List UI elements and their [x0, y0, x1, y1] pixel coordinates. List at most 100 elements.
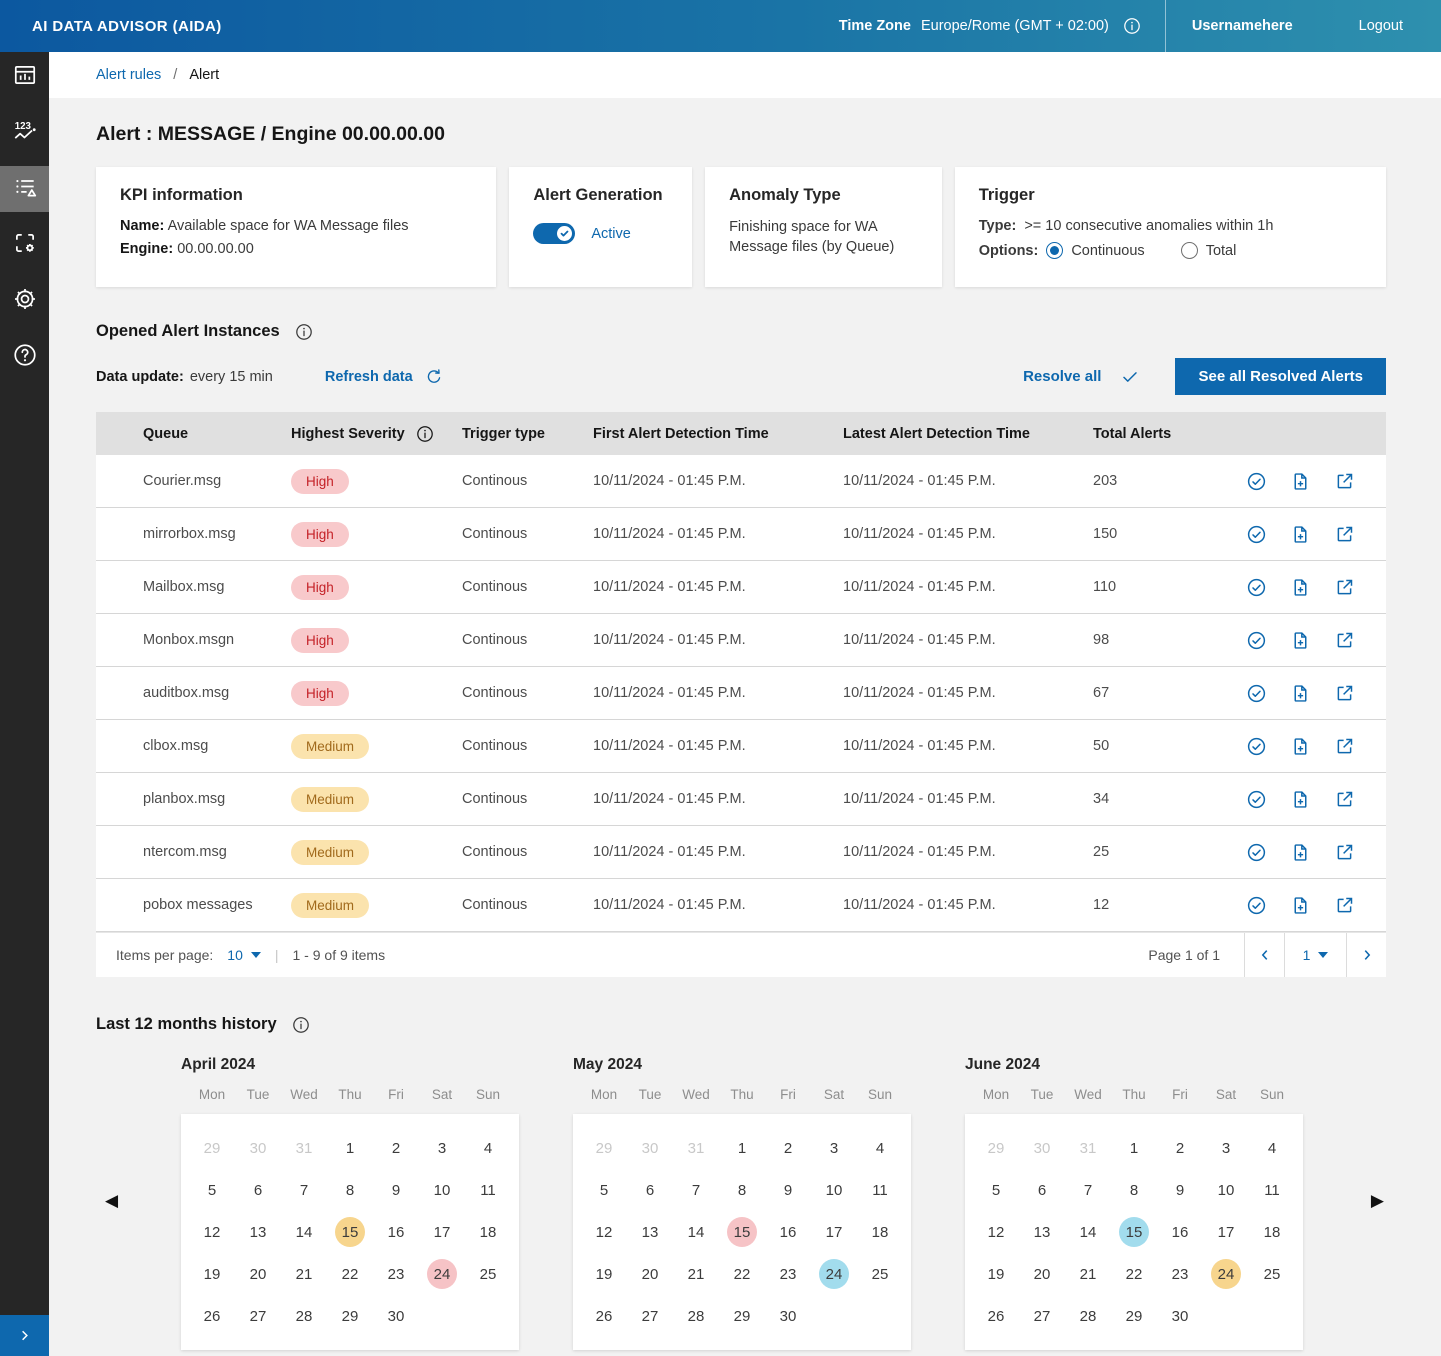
- trigger-type-cell: Continous: [462, 844, 593, 860]
- calendar-day-number: 18: [473, 1217, 503, 1247]
- alert-generation-toggle[interactable]: [533, 223, 575, 244]
- calendar-day-number: 8: [335, 1175, 365, 1205]
- calendar-next-button[interactable]: ▶: [1371, 1191, 1384, 1211]
- timezone-info-icon[interactable]: [1123, 17, 1141, 35]
- latest-detection-cell: 10/11/2024 - 01:45 P.M.: [843, 738, 1093, 754]
- open-alert-icon[interactable]: [1334, 630, 1355, 651]
- resolve-alert-icon[interactable]: [1246, 789, 1267, 810]
- calendar-day-number: 11: [865, 1175, 895, 1205]
- resolve-alert-icon[interactable]: [1246, 683, 1267, 704]
- calendar-day: 4: [465, 1127, 511, 1169]
- severity-cell: Medium: [291, 787, 462, 812]
- sidebar-item-settings[interactable]: [0, 278, 49, 324]
- resolve-alert-icon[interactable]: [1246, 842, 1267, 863]
- sidebar: 123: [0, 52, 49, 1356]
- table-toolbar: Data update: every 15 min Refresh data R…: [96, 358, 1386, 395]
- items-per-page-select[interactable]: 10: [227, 947, 261, 963]
- total-alerts-cell: 50: [1093, 738, 1241, 754]
- anomaly-type-title: Anomaly Type: [729, 186, 918, 205]
- resolve-alert-icon[interactable]: [1246, 895, 1267, 916]
- alert-report-icon[interactable]: [1290, 471, 1311, 492]
- calendar-day: 11: [465, 1169, 511, 1211]
- queue-cell: mirrorbox.msg: [143, 526, 291, 542]
- alert-report-icon[interactable]: [1290, 789, 1311, 810]
- calendar-day-number: 29: [589, 1133, 619, 1163]
- alert-report-icon[interactable]: [1290, 895, 1311, 916]
- calendar-day: 28: [281, 1295, 327, 1337]
- resolve-alert-icon[interactable]: [1246, 524, 1267, 545]
- sidebar-item-setup[interactable]: [0, 222, 49, 268]
- alert-report-icon[interactable]: [1290, 736, 1311, 757]
- resolve-alert-icon[interactable]: [1246, 577, 1267, 598]
- radio-continuous[interactable]: [1046, 242, 1063, 259]
- calendar-day-number: 17: [819, 1217, 849, 1247]
- calendar-day: [419, 1295, 465, 1337]
- table-row: Monbox.msgnHighContinous10/11/2024 - 01:…: [96, 614, 1386, 667]
- refresh-data-button[interactable]: Refresh data: [325, 368, 443, 386]
- calendar-day-number: 15: [1119, 1217, 1149, 1247]
- alert-report-icon[interactable]: [1290, 630, 1311, 651]
- logout-button[interactable]: Logout: [1359, 18, 1403, 34]
- alert-generation-title: Alert Generation: [533, 186, 668, 205]
- day-name: Wed: [673, 1087, 719, 1114]
- sidebar-item-dashboard[interactable]: [0, 54, 49, 100]
- calendar-day: 7: [673, 1169, 719, 1211]
- sidebar-expand-button[interactable]: [0, 1315, 49, 1356]
- breadcrumb-alert-rules-link[interactable]: Alert rules: [96, 67, 161, 83]
- alert-report-icon[interactable]: [1290, 524, 1311, 545]
- calendar-day: 17: [419, 1211, 465, 1253]
- resolve-all-button[interactable]: Resolve all: [1023, 368, 1139, 386]
- queue-cell: clbox.msg: [143, 738, 291, 754]
- calendar-day-number: 21: [289, 1259, 319, 1289]
- see-all-resolved-alerts-button[interactable]: See all Resolved Alerts: [1175, 358, 1386, 395]
- calendar-day-number: 30: [381, 1301, 411, 1331]
- sidebar-item-alert-rules[interactable]: [0, 166, 49, 212]
- calendar-month-title: May 2024: [573, 1056, 911, 1080]
- queue-cell: Courier.msg: [143, 473, 291, 489]
- open-alert-icon[interactable]: [1334, 577, 1355, 598]
- calendar-day: 5: [581, 1169, 627, 1211]
- sidebar-item-help[interactable]: [0, 334, 49, 380]
- next-page-button[interactable]: [1346, 933, 1386, 977]
- current-page-select[interactable]: 1: [1284, 933, 1346, 977]
- resolve-alert-icon[interactable]: [1246, 471, 1267, 492]
- calendar-day-number: 29: [981, 1133, 1011, 1163]
- trigger-type-value: >= 10 consecutive anomalies within 1h: [1024, 218, 1273, 234]
- calendar-day: 29: [1111, 1295, 1157, 1337]
- breadcrumb-separator: /: [173, 67, 177, 83]
- resolve-alert-icon[interactable]: [1246, 736, 1267, 757]
- severity-info-icon[interactable]: [416, 425, 434, 443]
- sidebar-item-kpi[interactable]: 123: [0, 110, 49, 156]
- open-alert-icon[interactable]: [1334, 683, 1355, 704]
- kpi-name-line: Name: Available space for WA Message fil…: [120, 218, 472, 234]
- calendar-previous-button[interactable]: ◀: [105, 1191, 118, 1211]
- open-alert-icon[interactable]: [1334, 524, 1355, 545]
- calendar-day-number: 6: [635, 1175, 665, 1205]
- resolve-alert-icon[interactable]: [1246, 630, 1267, 651]
- previous-page-button[interactable]: [1244, 933, 1284, 977]
- history-info-icon[interactable]: [292, 1016, 310, 1034]
- open-alert-icon[interactable]: [1334, 789, 1355, 810]
- calendar-day: 2: [765, 1127, 811, 1169]
- calendar-day: 3: [419, 1127, 465, 1169]
- open-alert-icon[interactable]: [1334, 736, 1355, 757]
- alert-report-icon[interactable]: [1290, 577, 1311, 598]
- open-alert-icon[interactable]: [1334, 471, 1355, 492]
- alert-report-icon[interactable]: [1290, 683, 1311, 704]
- open-alert-icon[interactable]: [1334, 895, 1355, 916]
- total-alerts-cell: 25: [1093, 844, 1241, 860]
- opened-alerts-heading-row: Opened Alert Instances: [96, 322, 1386, 341]
- current-page-value: 1: [1303, 947, 1311, 963]
- opened-alerts-info-icon[interactable]: [295, 323, 313, 341]
- calendar-day: 19: [189, 1253, 235, 1295]
- alert-report-icon[interactable]: [1290, 842, 1311, 863]
- username[interactable]: Usernamehere: [1192, 18, 1293, 34]
- calendar-day: 23: [373, 1253, 419, 1295]
- radio-total[interactable]: [1181, 242, 1198, 259]
- severity-cell: High: [291, 522, 462, 547]
- alert-generation-toggle-row: Active: [533, 223, 668, 244]
- severity-badge: Medium: [291, 840, 369, 865]
- breadcrumb: Alert rules / Alert: [49, 52, 1441, 98]
- open-alert-icon[interactable]: [1334, 842, 1355, 863]
- severity-cell: High: [291, 575, 462, 600]
